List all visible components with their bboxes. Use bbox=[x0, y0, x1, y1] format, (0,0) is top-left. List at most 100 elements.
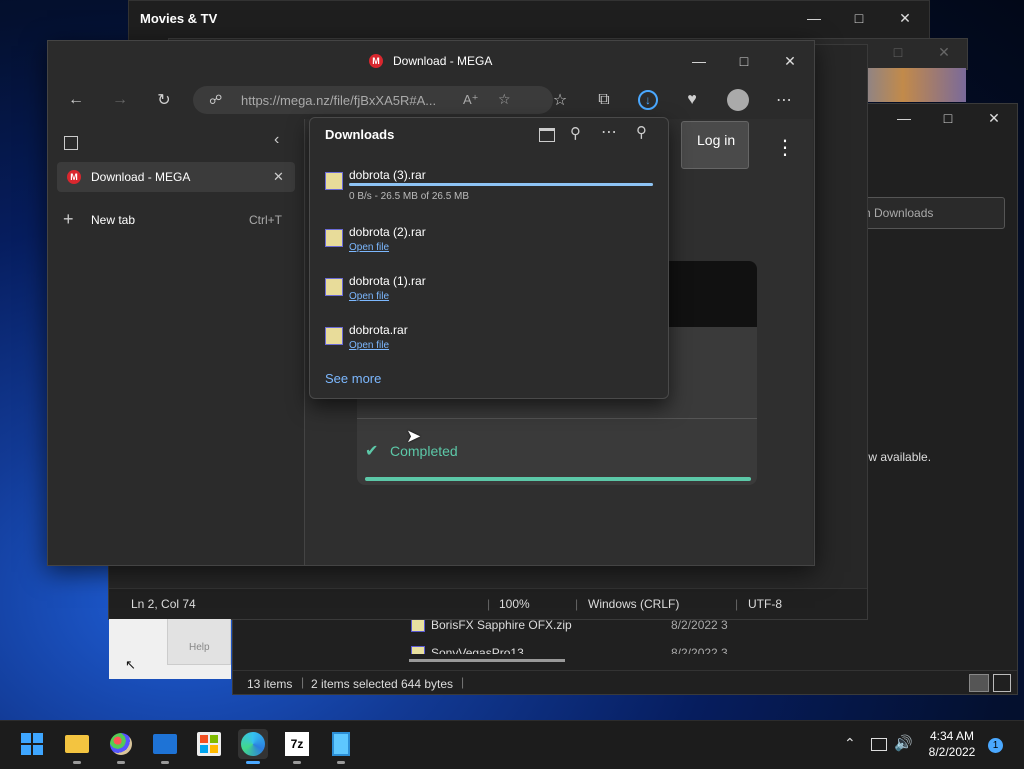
preview-text: iew available. bbox=[859, 450, 932, 464]
volume-icon[interactable]: 🔊 bbox=[894, 734, 913, 752]
network-icon[interactable] bbox=[871, 738, 887, 751]
forward-icon[interactable]: → bbox=[106, 87, 134, 113]
more-options-icon[interactable]: ⋯ bbox=[770, 87, 798, 113]
url-text[interactable]: https://mega.nz/file/fjBxXA5R#A... bbox=[241, 93, 436, 108]
maximize-button: □ bbox=[893, 44, 903, 60]
tab-download-mega[interactable]: M Download - MEGA ✕ bbox=[57, 162, 295, 192]
tab-actions-icon[interactable] bbox=[64, 136, 78, 150]
file-row[interactable]: SonyVegasPro13 8/2/2022 3 bbox=[409, 644, 729, 654]
maximize-button[interactable]: □ bbox=[729, 48, 759, 74]
refresh-icon[interactable]: ↻ bbox=[150, 87, 178, 113]
pin-icon[interactable]: ⚲ bbox=[636, 123, 647, 141]
mouse-cursor-icon: ➤ bbox=[406, 426, 422, 446]
browser-essentials-icon[interactable]: ♥ bbox=[678, 87, 706, 113]
tab-label: Download - MEGA bbox=[91, 170, 191, 184]
vertical-tabs-panel: ‹ M Download - MEGA ✕ + New tab Ctrl+T bbox=[48, 119, 305, 565]
minimize-button[interactable]: — bbox=[889, 105, 919, 131]
separator: | bbox=[487, 597, 491, 611]
open-folder-icon[interactable] bbox=[539, 128, 555, 142]
login-button[interactable]: Log in bbox=[681, 121, 749, 169]
start-icon[interactable] bbox=[17, 729, 47, 759]
clock[interactable]: 4:34 AM 8/2/2022 bbox=[918, 729, 986, 759]
edge-icon[interactable] bbox=[238, 729, 268, 764]
collapse-panel-icon[interactable]: ‹ bbox=[274, 131, 279, 149]
notepad-icon[interactable] bbox=[326, 729, 356, 764]
minimize-button[interactable]: — bbox=[684, 48, 714, 74]
rar-file-icon bbox=[325, 327, 343, 345]
close-button[interactable]: ✕ bbox=[890, 5, 920, 31]
download-item[interactable]: dobrota (2).rar Open file bbox=[310, 221, 668, 267]
status-bar: 13 items | 2 items selected 644 bytes | bbox=[233, 670, 1017, 695]
download-item[interactable]: dobrota.rar Open file bbox=[310, 319, 668, 365]
read-aloud-icon[interactable]: A⁺ bbox=[463, 92, 479, 108]
notepad-status-bar: Ln 2, Col 74 | 100% | Windows (CRLF) | U… bbox=[109, 588, 867, 619]
open-file-link[interactable]: Open file bbox=[349, 340, 389, 351]
notification-badge[interactable]: 1 bbox=[988, 738, 1003, 753]
rar-file-icon bbox=[325, 278, 343, 296]
details-view-icon[interactable] bbox=[969, 674, 989, 692]
mega-favicon-icon: M bbox=[67, 170, 81, 184]
downloads-flyout: Downloads ⚲ ⋯ ⚲ dobrota (3).rar 0 B/s - … bbox=[309, 117, 669, 399]
7zip-icon[interactable]: 7z bbox=[282, 729, 312, 764]
download-item[interactable]: dobrota (1).rar Open file bbox=[310, 270, 668, 316]
close-button: ✕ bbox=[938, 43, 950, 60]
favorites-icon[interactable]: ☆ bbox=[546, 87, 574, 113]
divider bbox=[357, 418, 757, 419]
progress-fill bbox=[365, 477, 751, 481]
open-file-link[interactable]: Open file bbox=[349, 242, 389, 253]
address-bar[interactable]: ☍ https://mega.nz/file/fjBxXA5R#A... A⁺ … bbox=[193, 86, 553, 114]
mega-favicon-icon: M bbox=[369, 54, 383, 68]
clock-date: 8/2/2022 bbox=[928, 745, 976, 759]
page-menu-icon[interactable]: ⋮ bbox=[775, 138, 795, 158]
help-button[interactable]: Help bbox=[167, 617, 231, 665]
taskbar: 7z ⌃ 🔊 4:34 AM 8/2/2022 1 bbox=[0, 720, 1024, 769]
rar-file-icon bbox=[411, 646, 425, 654]
checkmark-icon: ✔ bbox=[365, 443, 379, 460]
separator: | bbox=[461, 675, 465, 689]
search-input[interactable]: ch Downloads bbox=[853, 197, 1005, 229]
completed-label: Completed bbox=[390, 443, 458, 459]
movies-tv-icon[interactable] bbox=[150, 729, 180, 764]
movies-tv-title: Movies & TV bbox=[140, 11, 218, 26]
downloads-title: Downloads bbox=[325, 127, 395, 142]
horizontal-scrollbar[interactable] bbox=[409, 659, 565, 662]
separator: | bbox=[301, 675, 305, 689]
see-more-link[interactable]: See more bbox=[325, 371, 381, 386]
close-button[interactable]: ✕ bbox=[979, 105, 1009, 131]
downloads-icon[interactable]: ↓ bbox=[634, 87, 662, 113]
window-title: Download - MEGA bbox=[393, 54, 493, 68]
rar-file-icon bbox=[325, 172, 343, 190]
store-icon[interactable] bbox=[194, 729, 224, 759]
open-file-link[interactable]: Open file bbox=[349, 291, 389, 302]
download-item[interactable]: dobrota (3).rar 0 B/s - 26.5 MB of 26.5 … bbox=[310, 164, 668, 210]
lock-icon[interactable]: ☍ bbox=[209, 92, 222, 108]
close-tab-icon[interactable]: ✕ bbox=[273, 169, 284, 185]
separator: | bbox=[575, 597, 579, 611]
maximize-button[interactable]: □ bbox=[933, 105, 963, 131]
close-button[interactable]: ✕ bbox=[775, 48, 805, 74]
edge-titlebar: M Download - MEGA — □ ✕ bbox=[48, 41, 814, 81]
tiles-view-icon[interactable] bbox=[993, 674, 1011, 692]
paint-icon[interactable] bbox=[106, 729, 136, 764]
cursor-icon: ↖ bbox=[125, 657, 136, 672]
download-progress-bar bbox=[349, 183, 653, 186]
maximize-button[interactable]: □ bbox=[844, 5, 874, 31]
rar-file-icon bbox=[325, 229, 343, 247]
add-favorite-icon[interactable]: ☆ bbox=[498, 91, 511, 108]
completed-progress-bar bbox=[365, 477, 751, 481]
collections-icon[interactable]: ⧉ bbox=[590, 87, 618, 113]
separator: | bbox=[735, 597, 739, 611]
more-options-icon[interactable]: ⋯ bbox=[601, 122, 617, 142]
back-icon[interactable]: ← bbox=[62, 87, 90, 113]
profile-avatar[interactable] bbox=[724, 87, 752, 113]
plus-icon: + bbox=[63, 209, 74, 229]
paint-dialog-fragment: Help ↖ bbox=[109, 617, 231, 679]
minimize-button[interactable]: — bbox=[799, 5, 829, 31]
new-tab-button[interactable]: + New tab Ctrl+T bbox=[57, 209, 295, 233]
clock-time: 4:34 AM bbox=[929, 729, 975, 743]
file-explorer-icon[interactable] bbox=[62, 729, 92, 764]
search-icon[interactable]: ⚲ bbox=[570, 124, 581, 142]
show-hidden-icons-icon[interactable]: ⌃ bbox=[844, 735, 856, 752]
progress-fill bbox=[349, 183, 653, 186]
edge-toolbar: ← → ↻ ☍ https://mega.nz/file/fjBxXA5R#A.… bbox=[48, 81, 814, 119]
